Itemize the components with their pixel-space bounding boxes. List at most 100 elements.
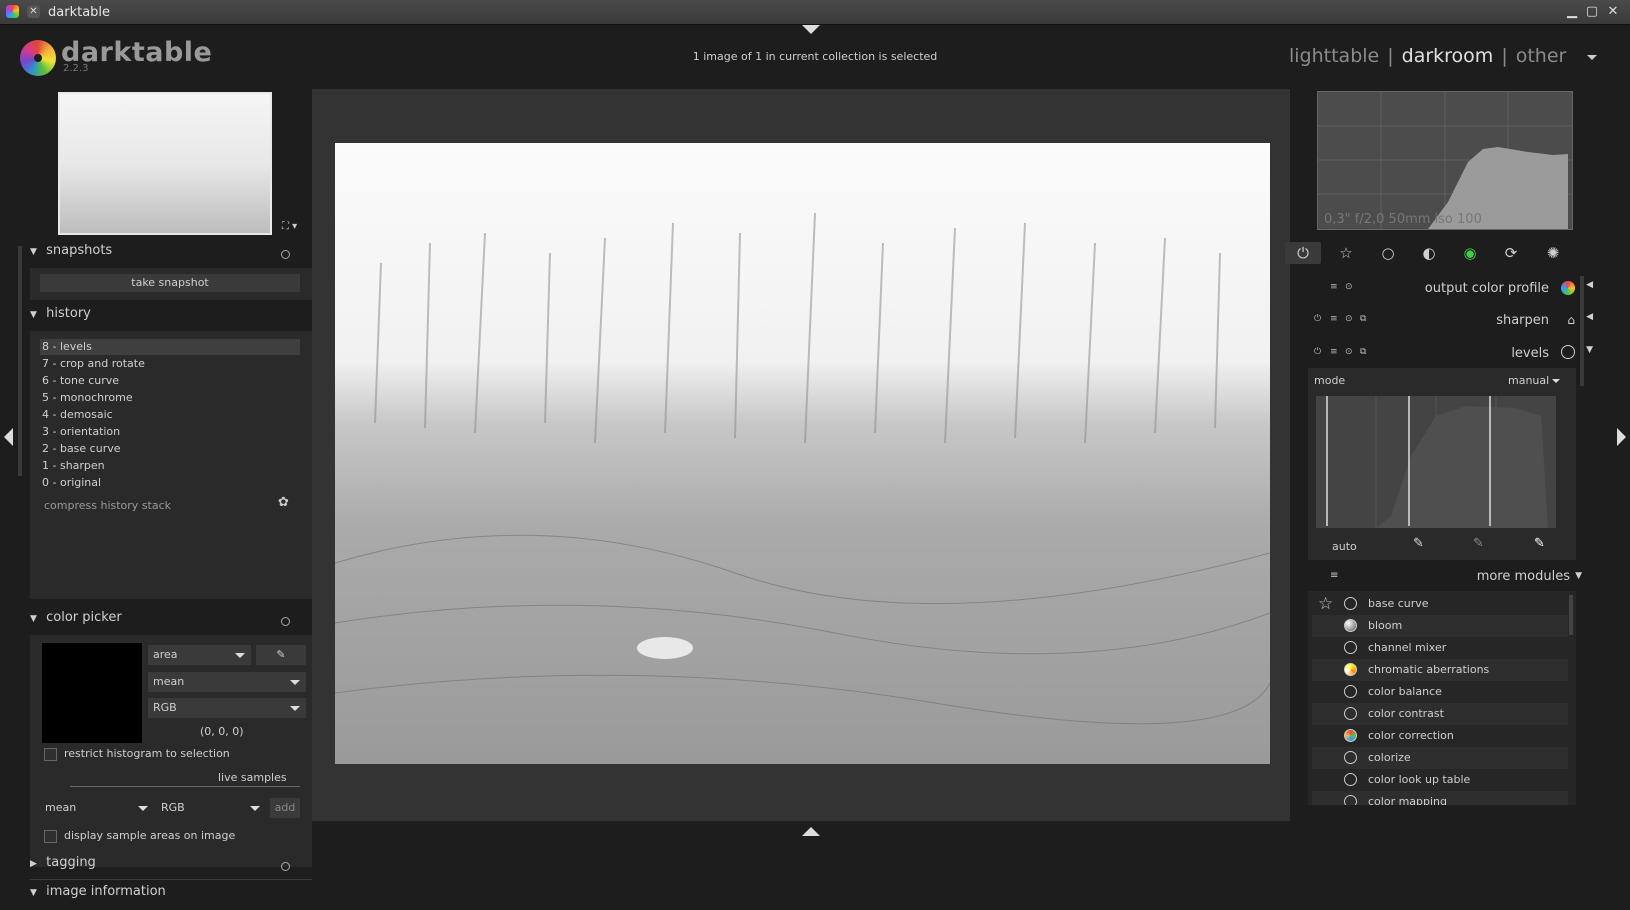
history-item[interactable]: 5 - monochrome	[42, 390, 133, 406]
tagging-header[interactable]: ▶ tagging	[30, 855, 312, 881]
module-levels[interactable]: ⏻ ≡ ⊙ ⧉ levels ▼	[1300, 339, 1593, 369]
history-item[interactable]: 8 - levels	[42, 339, 92, 355]
history-item[interactable]: 0 - original	[42, 475, 101, 491]
presets-icon[interactable]: ≡	[1330, 314, 1338, 324]
main-image[interactable]	[335, 143, 1270, 764]
history-create-style-icon[interactable]: ✿	[278, 495, 289, 510]
left-panel-toggle[interactable]	[4, 428, 13, 446]
histogram[interactable]: 0,3" f/2,0 50mm iso 100	[1317, 91, 1573, 230]
levels-mode-value[interactable]: manual	[1508, 374, 1549, 387]
picker-readout: (0, 0, 0)	[200, 725, 244, 738]
more-module-row[interactable]: color look up table	[1312, 769, 1568, 791]
more-module-row[interactable]: color balance	[1312, 681, 1568, 703]
view-lighttable[interactable]: lighttable	[1289, 45, 1379, 67]
reset-icon[interactable]: ⊙	[1345, 347, 1353, 357]
sample-space-select[interactable]: RGB	[156, 798, 266, 818]
circle-icon[interactable]: ○	[1370, 242, 1406, 264]
left-scrollbar[interactable]	[18, 246, 22, 476]
multi-instance-icon[interactable]: ⧉	[1360, 314, 1366, 324]
right-panel-toggle[interactable]	[1617, 428, 1626, 446]
collapse-arrow-icon[interactable]: ◀	[1586, 280, 1593, 290]
zoom-icon[interactable]: ⛶ ▾	[282, 221, 297, 232]
module-icon	[1344, 773, 1357, 786]
presets-icon[interactable]: ≡	[1330, 282, 1338, 292]
more-modules-header[interactable]: ≡ more modules ▼	[1300, 566, 1590, 590]
picker-eyedropper-button[interactable]: ✎	[256, 645, 306, 665]
more-module-row[interactable]: color mapping	[1312, 791, 1568, 805]
close-icon[interactable]: ✕	[27, 5, 40, 18]
view-separator: |	[1501, 45, 1508, 67]
sample-mode-select[interactable]: mean	[40, 798, 154, 818]
view-darkroom[interactable]: darkroom	[1402, 45, 1494, 67]
image-information-title: image information	[46, 884, 166, 899]
more-module-row[interactable]: color correction	[1312, 725, 1568, 747]
collapse-arrow-icon[interactable]: ◀	[1586, 312, 1593, 322]
bottom-panel-toggle[interactable]	[802, 827, 820, 836]
aperture-icon[interactable]: ✺	[1535, 242, 1571, 264]
history-item[interactable]: 1 - sharpen	[42, 458, 105, 474]
minimize-button[interactable]: ▁	[1563, 3, 1581, 21]
half-circle-icon[interactable]: ◐	[1411, 242, 1447, 264]
expand-arrow-icon: ▼	[30, 614, 37, 624]
collapsed-arrow-icon: ▶	[30, 859, 37, 869]
more-module-row[interactable]: bloom	[1312, 615, 1568, 637]
module-sharpen[interactable]: ⏻ ≡ ⊙ ⧉ sharpen ⌂ ◀	[1300, 306, 1593, 336]
presets-icon[interactable]: ≡	[1330, 347, 1338, 357]
color-icon[interactable]: ◉	[1452, 242, 1488, 264]
more-module-row[interactable]: colorize	[1312, 747, 1568, 769]
add-sample-button[interactable]: add	[270, 798, 300, 818]
picker-colorspace-select[interactable]: RGB	[148, 698, 306, 718]
power-icon[interactable]: ⏻	[1314, 314, 1321, 324]
close-window-button[interactable]: ✕	[1604, 3, 1622, 21]
navigation-thumbnail[interactable]	[58, 92, 272, 235]
picker-stat-select[interactable]: mean	[148, 672, 306, 692]
maximize-button[interactable]: ▢	[1583, 3, 1601, 21]
display-sample-areas-checkbox[interactable]	[44, 830, 57, 843]
reset-icon[interactable]: ⊙	[1345, 282, 1353, 292]
restrict-histogram-label: restrict histogram to selection	[64, 747, 230, 760]
views-dropdown-icon[interactable]	[1587, 55, 1597, 60]
reset-icon[interactable]: ⊙	[1345, 314, 1353, 324]
black-point-picker-icon[interactable]: ✎	[1413, 536, 1424, 551]
history-item[interactable]: 2 - base curve	[42, 441, 121, 457]
multi-instance-icon[interactable]: ⧉	[1360, 347, 1366, 357]
power-icon[interactable]: ⏻	[1314, 347, 1321, 357]
snapshots-header[interactable]: ▼ snapshots	[30, 243, 312, 269]
rotate-icon[interactable]: ⟳	[1493, 242, 1529, 264]
preset-icon[interactable]	[281, 617, 290, 626]
take-snapshot-button[interactable]: take snapshot	[40, 274, 300, 292]
picker-area-select[interactable]: area	[148, 645, 251, 665]
preset-icon[interactable]	[281, 862, 290, 871]
history-item[interactable]: 4 - demosaic	[42, 407, 113, 423]
expand-arrow-icon: ▼	[30, 247, 37, 257]
dropdown-icon	[250, 806, 260, 811]
history-item[interactable]: 3 - orientation	[42, 424, 120, 440]
more-module-label: bloom	[1368, 619, 1403, 632]
compress-history-button[interactable]: compress history stack	[44, 499, 171, 512]
expand-arrow-icon[interactable]: ▼	[1586, 345, 1593, 355]
color-picker-header[interactable]: ▼ color picker	[30, 610, 312, 636]
white-point-picker-icon[interactable]: ✎	[1534, 536, 1545, 551]
preset-icon[interactable]	[281, 250, 290, 259]
more-module-row[interactable]: base curve	[1312, 593, 1568, 615]
more-modules-scrollbar[interactable]	[1569, 595, 1573, 635]
module-output-color-profile[interactable]: ≡ ⊙ output color profile ◀	[1300, 274, 1593, 304]
more-modules-list: ☆ base curve bloom channel mixer chromat…	[1308, 591, 1576, 805]
history-item[interactable]: 7 - crop and rotate	[42, 356, 145, 372]
gray-point-picker-icon[interactable]: ✎	[1473, 536, 1484, 551]
more-module-row[interactable]: channel mixer	[1312, 637, 1568, 659]
power-icon[interactable]: ⏻	[1285, 242, 1321, 264]
levels-graph[interactable]	[1316, 396, 1556, 528]
image-information-header[interactable]: ▼ image information	[30, 884, 312, 910]
presets-icon[interactable]: ≡	[1330, 570, 1338, 581]
star-icon[interactable]: ☆	[1328, 242, 1364, 264]
more-module-row[interactable]: color contrast	[1312, 703, 1568, 725]
history-item[interactable]: 6 - tone curve	[42, 373, 119, 389]
top-panel-toggle[interactable]	[802, 25, 820, 34]
module-icon	[1344, 597, 1357, 610]
more-module-row[interactable]: chromatic aberrations	[1312, 659, 1568, 681]
levels-auto-button[interactable]: auto	[1332, 540, 1357, 553]
history-header[interactable]: ▼ history	[30, 306, 312, 332]
view-other[interactable]: other	[1516, 45, 1567, 67]
restrict-histogram-checkbox[interactable]	[44, 748, 57, 761]
